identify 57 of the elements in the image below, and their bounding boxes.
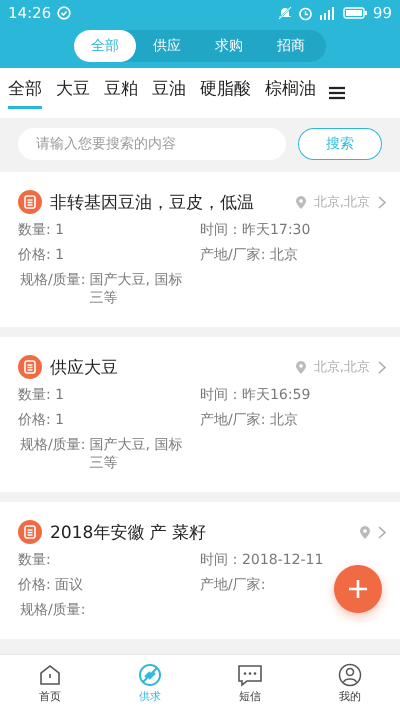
spec-label: 规格/质量: [20,271,86,290]
origin-text: 产地/厂家: [200,576,266,594]
status-time: 14:26 [8,4,52,22]
document-icon [18,355,42,379]
quantity-text: 数量: [18,551,51,569]
exchange-icon [138,662,162,686]
nav-tab[interactable]: 首页 [0,655,100,711]
nav-tab[interactable]: 短信 [200,655,300,711]
spec-label: 规格/质量: [20,601,86,619]
price-text: 价格: 1 [18,246,64,264]
location-pin-icon [360,526,370,538]
battery-icon [342,7,367,19]
chevron-right-icon[interactable] [378,196,386,208]
user-icon [338,662,362,686]
check-circle-icon [57,6,72,20]
battery-level: 99 [372,4,392,22]
category-tab[interactable]: 全部 [8,77,42,109]
category-tab[interactable]: 硬脂酸 [200,77,251,109]
chevron-right-icon[interactable] [378,360,386,374]
listing-location: 北京,北京 [314,194,370,211]
muted-bell-icon [278,6,292,20]
message-icon [237,662,263,686]
spec-value: 国产大豆, 国标三等 [89,436,184,472]
signal-icon [318,6,337,20]
search-field[interactable]: 请输入您要搜索的内容 [18,128,286,160]
price-text: 价格: 1 [18,411,64,429]
listing-title: 2018年安徽 产 菜籽 [50,522,208,544]
location-pin-icon [296,196,306,208]
quantity-text: 数量: 1 [18,386,64,404]
plus-icon [348,579,368,599]
listing-card[interactable]: 非转基因豆油，豆皮，低温 北京,北京 数量: 1 时间：昨天17:30 价格: 1 产地/厂家: 北京 规格/质量: 国产大豆, 国标三等 [0,172,400,327]
listing-title: 供应大豆 [50,356,119,378]
document-icon [18,520,42,544]
spec-value: 国产大豆, 国标三等 [89,271,184,307]
price-text: 价格: 面议 [18,576,84,594]
origin-text: 产地/厂家: 北京 [200,246,298,264]
time-text: 时间：昨天16:59 [200,386,310,404]
category-tab[interactable]: 豆油 [152,77,186,109]
time-text: 时间：昨天17:30 [200,221,310,239]
listing-card[interactable]: 供应大豆 北京,北京 数量: 1 时间：昨天16:59 价格: 1 产地/厂家: 北京 规格/质量: 国产大豆, 国标三等 [0,337,400,492]
menu-icon[interactable] [328,85,346,101]
chevron-right-icon[interactable] [378,526,386,538]
category-tab[interactable]: 大豆 [56,77,90,109]
origin-text: 产地/厂家: 北京 [200,411,298,429]
listing-title: 非转基因豆油，豆皮，低温 [50,192,255,214]
listing-location: 北京,北京 [314,359,370,376]
time-text: 时间：2018-12-11 [200,551,324,569]
category-tab[interactable]: 棕榈油 [265,77,316,109]
quantity-text: 数量: 1 [18,221,64,239]
spec-label: 规格/质量: [20,436,86,455]
category-tab[interactable]: 豆粕 [104,77,138,109]
alarm-icon [298,6,313,20]
location-pin-icon [296,360,306,374]
nav-tab[interactable]: 我的 [300,655,400,711]
document-icon [18,190,42,214]
listing-card[interactable]: 2018年安徽 产 菜籽 数量: 时间：2018-12-11 价格: 面议 产地/厂家: 规格/质量: [0,502,400,639]
home-icon [38,662,62,686]
